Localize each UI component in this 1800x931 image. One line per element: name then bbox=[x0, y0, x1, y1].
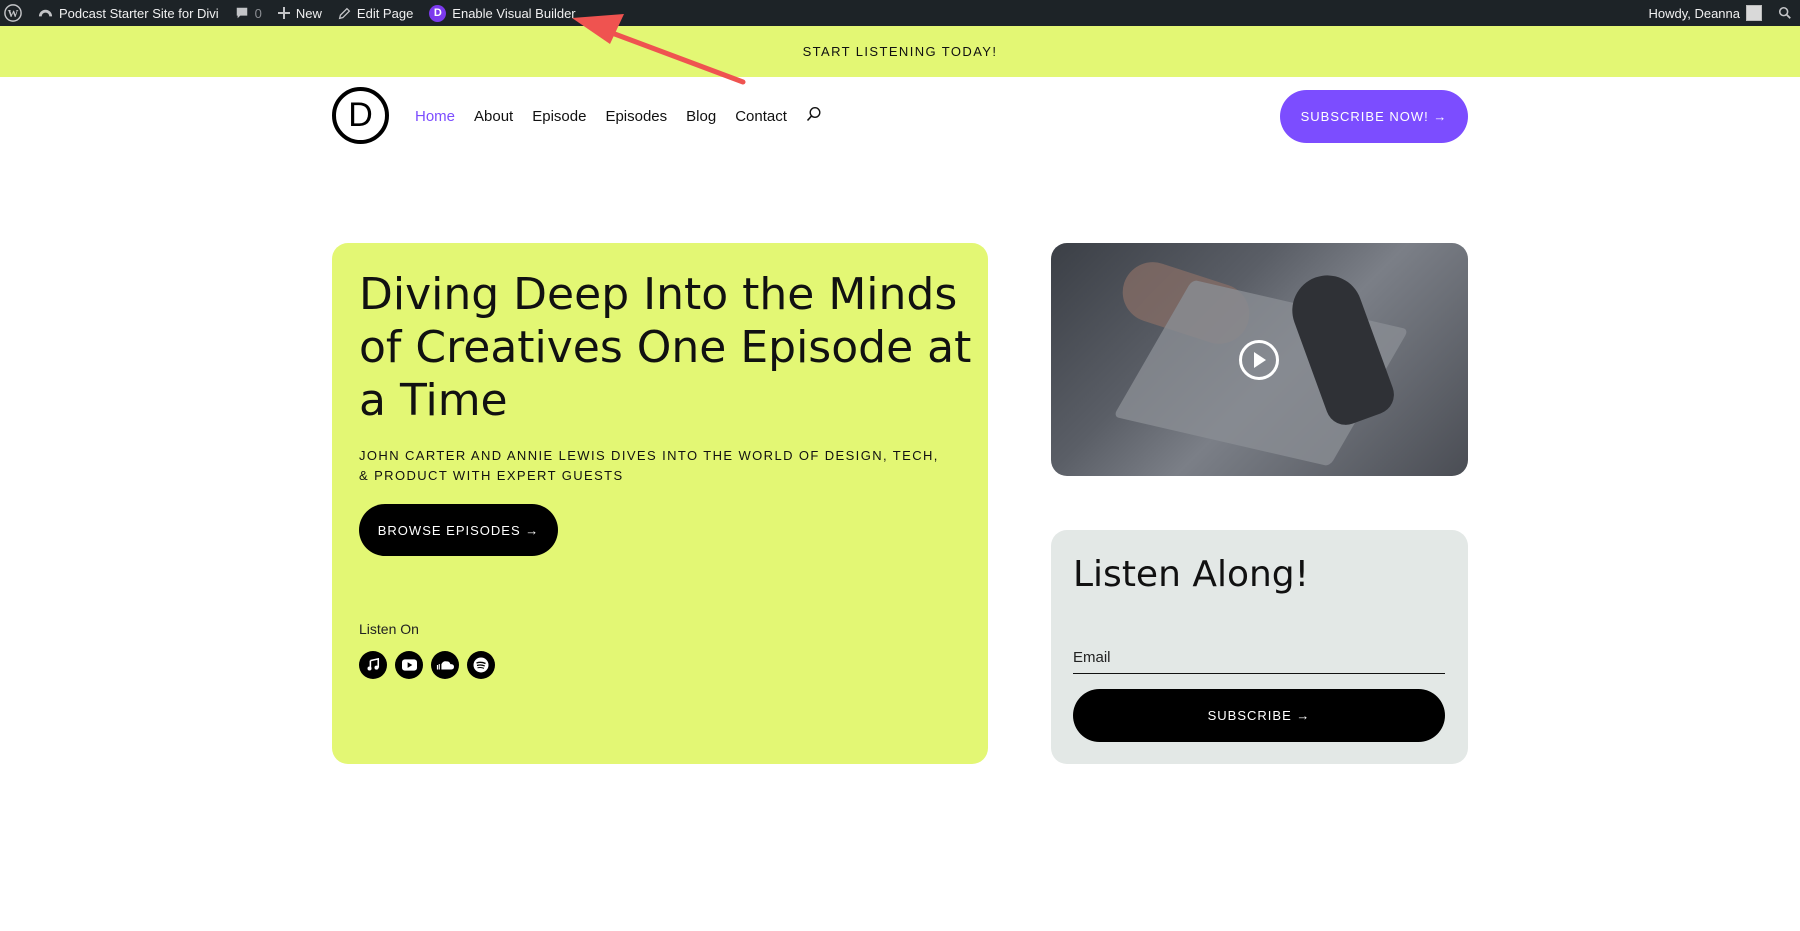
admin-search-button[interactable] bbox=[1770, 0, 1800, 26]
dashboard-icon bbox=[38, 9, 53, 16]
avatar bbox=[1746, 5, 1762, 21]
search-icon[interactable] bbox=[806, 106, 822, 126]
admin-account-menu[interactable]: Howdy, Deanna bbox=[1640, 0, 1770, 26]
email-field[interactable] bbox=[1073, 642, 1445, 674]
music-icon[interactable] bbox=[359, 651, 387, 679]
signup-title: Listen Along! bbox=[1073, 554, 1310, 595]
browse-episodes-button[interactable]: BROWSE EPISODES → bbox=[359, 504, 558, 556]
howdy-label: Howdy, Deanna bbox=[1648, 5, 1740, 21]
nav-item-contact[interactable]: Contact bbox=[735, 108, 787, 125]
soundcloud-icon[interactable] bbox=[431, 651, 459, 679]
admin-site-link[interactable]: Podcast Starter Site for Divi bbox=[30, 0, 227, 26]
admin-visual-builder-link[interactable]: D Enable Visual Builder bbox=[421, 0, 583, 26]
svg-text:W: W bbox=[8, 8, 19, 20]
nav-item-about[interactable]: About bbox=[474, 108, 513, 125]
main-nav: Home About Episode Episodes Blog Contact bbox=[415, 106, 822, 126]
nav-item-home[interactable]: Home bbox=[415, 108, 455, 125]
admin-new-link[interactable]: New bbox=[270, 0, 330, 26]
youtube-icon[interactable] bbox=[395, 651, 423, 679]
listen-on-label: Listen On bbox=[359, 621, 419, 637]
search-icon bbox=[1778, 6, 1791, 19]
play-icon[interactable] bbox=[1239, 340, 1279, 380]
divi-icon: D bbox=[429, 4, 447, 22]
admin-bar: W Podcast Starter Site for Divi 0 New Ed… bbox=[0, 0, 1800, 26]
hero-title: Diving Deep Into the Minds of Creatives … bbox=[359, 269, 972, 426]
announcement-bar: START LISTENING TODAY! bbox=[0, 26, 1800, 77]
admin-comments-link[interactable]: 0 bbox=[227, 0, 270, 26]
video-player[interactable] bbox=[1051, 243, 1468, 476]
new-label: New bbox=[295, 5, 322, 21]
subscribe-button[interactable]: SUBSCRIBE → bbox=[1073, 689, 1445, 742]
spotify-icon[interactable] bbox=[467, 651, 495, 679]
edit-page-label: Edit Page bbox=[356, 5, 414, 21]
signup-card: Listen Along! SUBSCRIBE → bbox=[1051, 530, 1468, 764]
comments-count: 0 bbox=[254, 5, 262, 21]
wordpress-logo-icon[interactable]: W bbox=[0, 0, 30, 26]
announcement-text: START LISTENING TODAY! bbox=[802, 44, 998, 59]
hero-card: Diving Deep Into the Minds of Creatives … bbox=[332, 243, 988, 764]
nav-item-blog[interactable]: Blog bbox=[686, 108, 716, 125]
pencil-icon bbox=[338, 7, 351, 19]
site-header: D Home About Episode Episodes Blog Conta… bbox=[0, 77, 1800, 157]
site-logo[interactable]: D bbox=[332, 87, 389, 144]
subscribe-now-button[interactable]: SUBSCRIBE NOW! → bbox=[1280, 90, 1468, 143]
nav-item-episodes[interactable]: Episodes bbox=[605, 108, 667, 125]
visual-builder-label: Enable Visual Builder bbox=[452, 5, 576, 21]
plus-icon bbox=[277, 7, 290, 19]
nav-item-episode[interactable]: Episode bbox=[532, 108, 586, 125]
hero-subtitle: JOHN CARTER AND ANNIE LEWIS DIVES INTO T… bbox=[359, 448, 939, 483]
platform-icons bbox=[359, 651, 495, 679]
comment-icon bbox=[236, 7, 247, 19]
site-name: Podcast Starter Site for Divi bbox=[59, 5, 219, 21]
admin-edit-page-link[interactable]: Edit Page bbox=[330, 0, 421, 26]
